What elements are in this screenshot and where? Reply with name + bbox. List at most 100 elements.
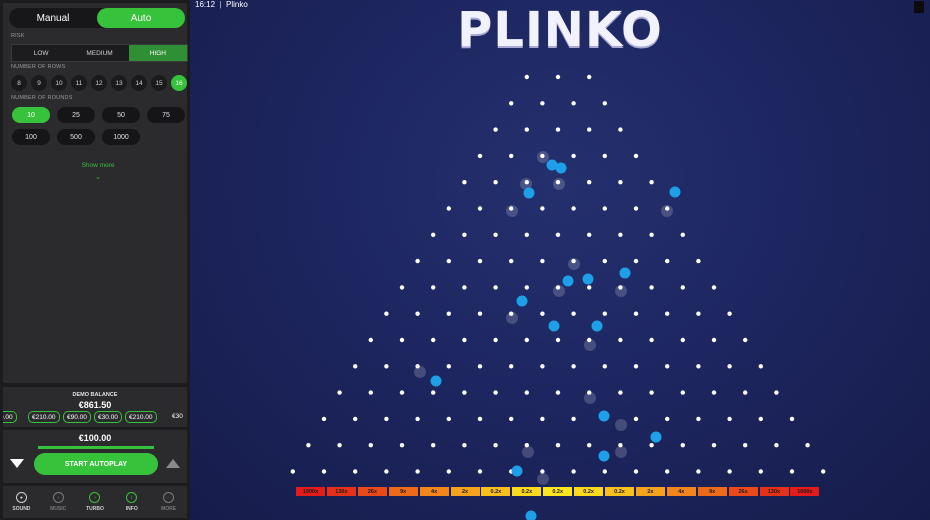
peg	[696, 469, 701, 474]
peg	[477, 364, 483, 369]
rows-11-button[interactable]: 11	[71, 75, 87, 91]
peg-glow	[615, 446, 627, 458]
nav-more[interactable]: ⋯ MORE	[154, 492, 184, 512]
nav-music[interactable]: ♪ MUSIC	[43, 492, 73, 512]
nav-turbo[interactable]: › TURBO	[80, 492, 110, 512]
peg	[415, 311, 420, 316]
rounds-10-button[interactable]: 10	[12, 107, 50, 123]
peg	[587, 180, 592, 185]
peg	[633, 469, 639, 474]
peg	[555, 127, 561, 132]
plinko-board	[290, 74, 826, 520]
rounds-50-button[interactable]: 50	[102, 107, 140, 123]
bet-chip[interactable]: €90.00	[63, 411, 91, 423]
peg	[399, 443, 405, 448]
multiplier-slot: 9x	[388, 487, 418, 496]
mode-toggle: Manual Auto	[9, 8, 185, 28]
bet-chip[interactable]: €210.00	[125, 411, 157, 423]
peg	[665, 416, 670, 422]
ball	[523, 187, 535, 199]
balance-panel: DEMO BALANCE €861.50 0.00 €210.00 €90.00…	[3, 387, 187, 427]
risk-medium-button[interactable]: MEDIUM	[70, 45, 128, 61]
nav-label: SOUND	[12, 506, 31, 512]
rows-14-button[interactable]: 14	[131, 75, 147, 91]
bet-chip[interactable]: €210.00	[28, 411, 60, 423]
multiplier-slot: 0.2x	[574, 487, 604, 496]
risk-low-button[interactable]: LOW	[12, 45, 70, 61]
peg	[509, 364, 514, 369]
balance-value: €861.50	[78, 400, 112, 410]
peg	[477, 416, 483, 422]
tab-auto[interactable]: Auto	[97, 8, 185, 28]
rows-10-button[interactable]: 10	[51, 75, 67, 91]
rows-8-button[interactable]: 8	[11, 75, 27, 91]
peg	[540, 416, 545, 422]
peg	[633, 153, 639, 159]
peg	[821, 469, 826, 474]
multiplier-slot: 0.2x	[512, 487, 542, 496]
ball	[582, 273, 594, 285]
rows-13-button[interactable]: 13	[111, 75, 127, 91]
peg	[446, 258, 451, 264]
peg	[618, 390, 623, 395]
rows-12-button[interactable]: 12	[91, 75, 107, 91]
peg	[696, 416, 701, 422]
multiplier-slot: 26x	[357, 487, 387, 496]
nav-label: TURBO	[86, 506, 104, 512]
multiplier-slot: 26x	[728, 487, 758, 496]
peg	[649, 390, 654, 395]
bet-slider[interactable]	[38, 446, 154, 449]
bet-panel: €100.00 START AUTOPLAY	[3, 430, 187, 483]
peg	[727, 311, 732, 316]
peg-glow	[553, 285, 565, 297]
peg	[290, 469, 295, 474]
bet-chip[interactable]: 0.00	[3, 411, 17, 423]
peg	[633, 364, 639, 369]
bet-chip[interactable]: €30	[169, 411, 186, 421]
rounds-500-button[interactable]: 500	[57, 129, 95, 145]
multiplier-slot: 4x	[419, 487, 449, 496]
rows-9-button[interactable]: 9	[31, 75, 47, 91]
increase-bet-icon[interactable]	[166, 459, 180, 468]
peg	[368, 390, 373, 395]
rounds-1000-button[interactable]: 1000	[102, 129, 140, 145]
sound-icon: ●	[15, 492, 27, 503]
tab-manual[interactable]: Manual	[9, 8, 97, 28]
peg	[587, 443, 592, 448]
multiplier-slot: 9x	[697, 487, 727, 496]
peg	[555, 232, 561, 237]
bet-chip[interactable]: €30.00	[94, 411, 122, 423]
rounds-100-button[interactable]: 100	[12, 129, 50, 145]
peg	[555, 390, 561, 395]
peg	[399, 390, 405, 395]
ball	[430, 375, 442, 387]
peg	[727, 364, 732, 369]
ball	[562, 275, 574, 287]
rounds-25-button[interactable]: 25	[57, 107, 95, 123]
peg	[477, 153, 483, 159]
peg	[618, 232, 623, 237]
nav-info[interactable]: i INFO	[117, 492, 147, 512]
music-icon: ♪	[52, 492, 64, 503]
rounds-75-button[interactable]: 75	[147, 107, 185, 123]
peg	[524, 285, 529, 290]
peg	[415, 416, 420, 422]
peg	[758, 469, 763, 474]
nav-sound[interactable]: ● SOUND	[6, 492, 36, 512]
peg	[680, 443, 685, 448]
sidebar: Manual Auto RISK LOW MEDIUM HIGH NUMBER …	[0, 0, 190, 520]
peg	[696, 258, 701, 264]
risk-label: RISK	[11, 33, 25, 39]
rows-16-button[interactable]: 16	[171, 75, 187, 91]
nav-label: MUSIC	[50, 506, 67, 512]
peg	[571, 416, 576, 422]
peg	[602, 101, 607, 106]
show-more-link[interactable]: Show more	[3, 162, 193, 169]
game-area: 16:12 | Plinko PLINKO 1000x 130x 26x 9x 4x 2x…	[190, 0, 930, 520]
decrease-bet-icon[interactable]	[10, 459, 24, 468]
peg	[805, 443, 810, 448]
start-autoplay-button[interactable]: START AUTOPLAY	[34, 453, 158, 475]
chevron-down-icon[interactable]: ⌄	[95, 173, 101, 181]
rows-15-button[interactable]: 15	[151, 75, 167, 91]
risk-high-button[interactable]: HIGH	[128, 45, 187, 61]
